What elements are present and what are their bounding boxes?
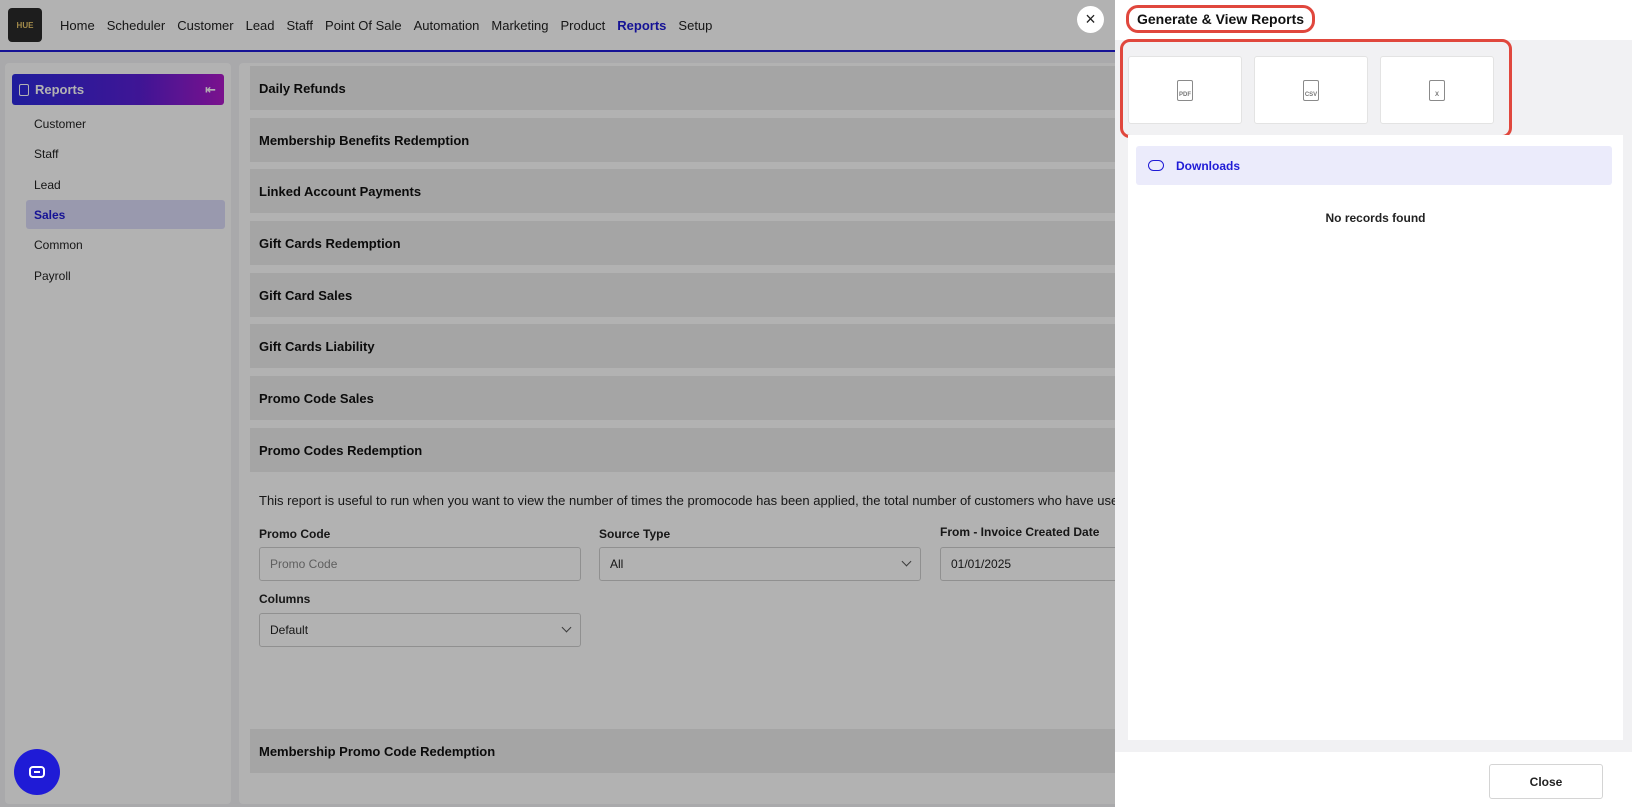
excel-label: X [1434,91,1439,98]
panel-title: Generate & View Reports [1126,5,1316,33]
excel-file-icon: X [1429,79,1445,101]
close-icon[interactable]: × [1077,6,1104,33]
export-csv-button[interactable]: CSV [1254,56,1368,124]
export-options: PDF CSV X [1120,39,1512,138]
downloads-section: Downloads No records found [1128,135,1623,740]
export-excel-button[interactable]: X [1380,56,1494,124]
panel-footer: Close [1115,752,1632,807]
pdf-file-icon: PDF [1177,79,1193,101]
csv-file-icon: CSV [1303,79,1319,101]
export-pdf-button[interactable]: PDF [1128,56,1242,124]
downloads-label: Downloads [1176,158,1241,173]
cloud-download-icon [1148,160,1164,171]
pdf-label: PDF [1179,91,1191,98]
close-button[interactable]: Close [1489,764,1603,799]
empty-state-message: No records found [1325,211,1426,225]
downloads-tab[interactable]: Downloads [1136,146,1612,185]
csv-label: CSV [1304,91,1318,98]
generate-reports-panel: Generate & View Reports PDF CSV X Downlo… [1115,0,1632,807]
modal-backdrop[interactable] [0,0,1115,807]
chat-button[interactable] [14,749,60,795]
chat-bubble-icon [29,766,45,778]
